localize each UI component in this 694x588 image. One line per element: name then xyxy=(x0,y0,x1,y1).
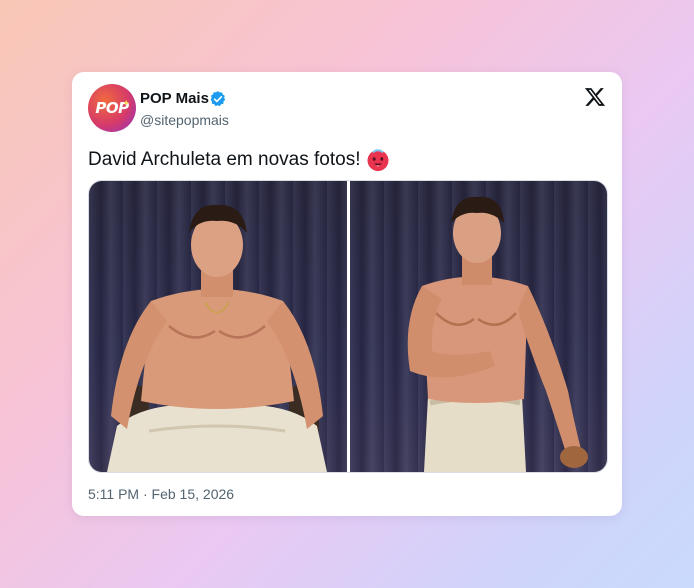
verified-badge-icon xyxy=(210,91,226,107)
seated-figure-illustration xyxy=(107,204,327,472)
account-name[interactable]: POP Mais xyxy=(140,90,209,107)
photo-seated[interactable] xyxy=(89,181,347,472)
tweet-timestamp[interactable]: 5:11 PM · Feb 15, 2026 xyxy=(88,486,234,502)
tweet-card[interactable]: POP ✦ POP Mais @sitepopmais David Archul… xyxy=(72,72,622,516)
media-grid[interactable] xyxy=(88,180,608,473)
tweet-text-content: David Archuleta em novas fotos! xyxy=(88,149,361,170)
standing-figure-illustration xyxy=(407,196,588,472)
account-handle[interactable]: @sitepopmais xyxy=(140,112,229,128)
avatar[interactable]: POP ✦ xyxy=(88,84,136,132)
sparkle-icon: ✦ xyxy=(122,98,130,108)
hot-face-emoji-icon xyxy=(367,149,389,171)
tweet-text: David Archuleta em novas fotos! xyxy=(88,148,390,172)
x-logo-icon[interactable] xyxy=(584,86,606,108)
photo-standing[interactable] xyxy=(349,181,607,472)
